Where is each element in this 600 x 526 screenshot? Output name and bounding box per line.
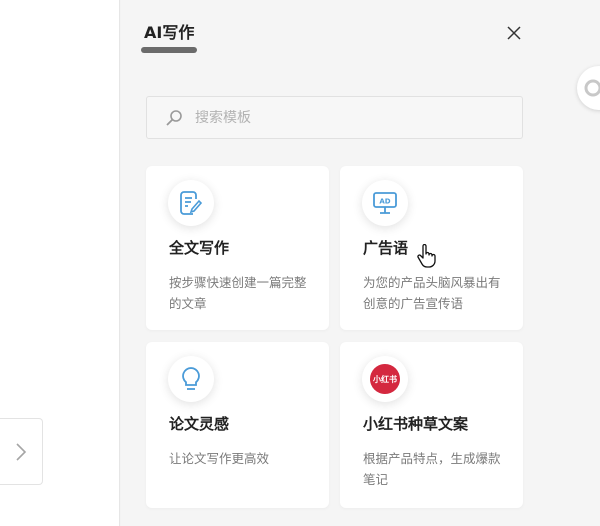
card-icon-wrap <box>168 356 214 402</box>
card-title: 小红书种草文案 <box>363 415 469 433</box>
card-icon-wrap: AD <box>362 180 408 226</box>
xiaohongshu-logo: 小红书 <box>370 364 400 394</box>
card-icon-wrap: 小红书 <box>362 356 408 402</box>
ring-icon <box>584 79 600 97</box>
template-card-full-article[interactable]: 全文写作 按步骤快速创建一篇完整的文章 <box>146 166 329 330</box>
ad-board-icon: AD <box>373 192 397 214</box>
template-card-paper-inspiration[interactable]: 论文灵感 让论文写作更高效 <box>146 342 329 508</box>
card-title: 论文灵感 <box>169 415 230 433</box>
card-description: 让论文写作更高效 <box>169 451 270 466</box>
close-button[interactable] <box>503 22 525 44</box>
search-input[interactable] <box>195 109 495 126</box>
search-icon <box>166 109 182 126</box>
template-card-xiaohongshu[interactable]: 小红书 小红书种草文案 根据产品特点，生成爆款笔记 <box>340 342 523 508</box>
card-icon-wrap <box>168 180 214 226</box>
hand-cursor-icon <box>417 244 436 268</box>
document-edit-icon <box>180 191 203 215</box>
app-root: AI写作 搜索模板 全文写作 按步骤快速创建一篇完整的文章 AD 广告语 为您的… <box>0 0 600 526</box>
chevron-right-icon <box>16 442 27 461</box>
ai-writing-panel: AI写作 搜索模板 全文写作 按步骤快速创建一篇完整的文章 AD 广告语 为您的… <box>121 0 600 526</box>
panel-title: AI写作 <box>144 23 195 42</box>
expand-panel-button[interactable] <box>0 418 43 485</box>
tab-underline <box>141 47 197 53</box>
card-description: 根据产品特点，生成爆款笔记 <box>363 451 501 487</box>
card-title: 广告语 <box>363 239 409 257</box>
floating-assistant-button[interactable] <box>577 66 600 110</box>
search-box[interactable] <box>146 96 523 139</box>
svg-text:AD: AD <box>379 198 390 206</box>
close-icon <box>507 26 521 40</box>
card-description: 为您的产品头脑风暴出有创意的广告宣传语 <box>363 275 501 311</box>
card-description: 按步骤快速创建一篇完整的文章 <box>169 275 307 311</box>
card-title: 全文写作 <box>169 239 230 257</box>
lightbulb-icon <box>182 367 200 390</box>
